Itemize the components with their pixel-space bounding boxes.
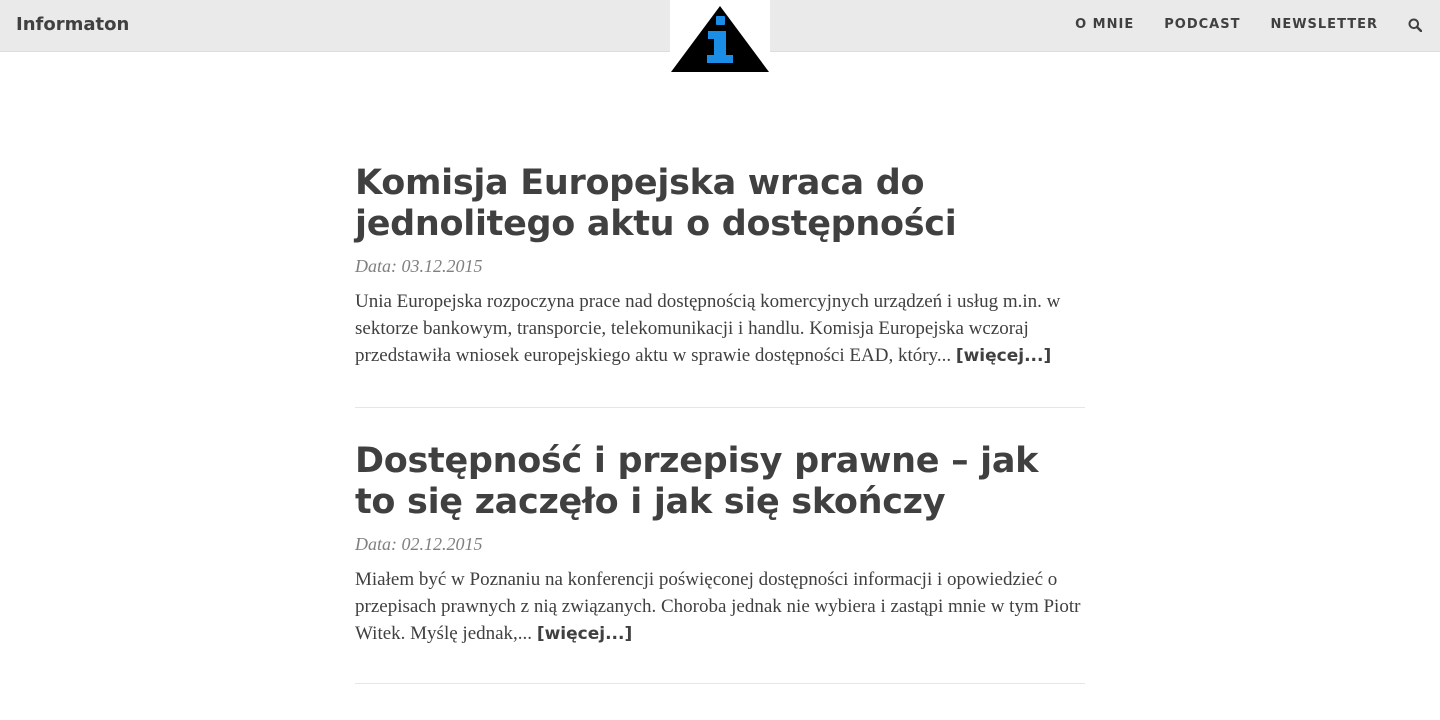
post-date: Data: 03.12.2015: [355, 256, 483, 276]
read-more-link[interactable]: [więcej...]: [537, 624, 632, 644]
read-more-link[interactable]: [więcej...]: [956, 346, 1051, 366]
main-nav: O MNIE PODCAST NEWSLETTER: [1045, 17, 1423, 32]
post-item: Dostępność i przepisy prawne – jak to si…: [355, 441, 1085, 684]
site-logo[interactable]: [670, 0, 770, 74]
post-date: Data: 02.12.2015: [355, 534, 483, 554]
nav-link-o-mnie[interactable]: O MNIE: [1075, 17, 1134, 32]
nav-link-podcast[interactable]: PODCAST: [1164, 17, 1240, 32]
search-icon[interactable]: [1408, 18, 1423, 32]
post-list: Komisja Europejska wraca do jednolitego …: [355, 163, 1085, 684]
post-excerpt-text: Miałem być w Poznaniu na konferencji poś…: [355, 569, 1081, 644]
post-title[interactable]: Dostępność i przepisy prawne – jak to si…: [355, 441, 1085, 523]
post-item: Komisja Europejska wraca do jednolitego …: [355, 163, 1085, 408]
post-excerpt: Miałem być w Poznaniu na konferencji poś…: [355, 566, 1085, 648]
post-title[interactable]: Komisja Europejska wraca do jednolitego …: [355, 163, 1085, 245]
info-triangle-icon: [671, 6, 769, 72]
site-brand-link[interactable]: Informaton: [16, 14, 129, 35]
post-excerpt-text: Unia Europejska rozpoczyna prace nad dos…: [355, 291, 1061, 366]
nav-link-newsletter[interactable]: NEWSLETTER: [1270, 17, 1378, 32]
post-excerpt: Unia Europejska rozpoczyna prace nad dos…: [355, 288, 1085, 370]
